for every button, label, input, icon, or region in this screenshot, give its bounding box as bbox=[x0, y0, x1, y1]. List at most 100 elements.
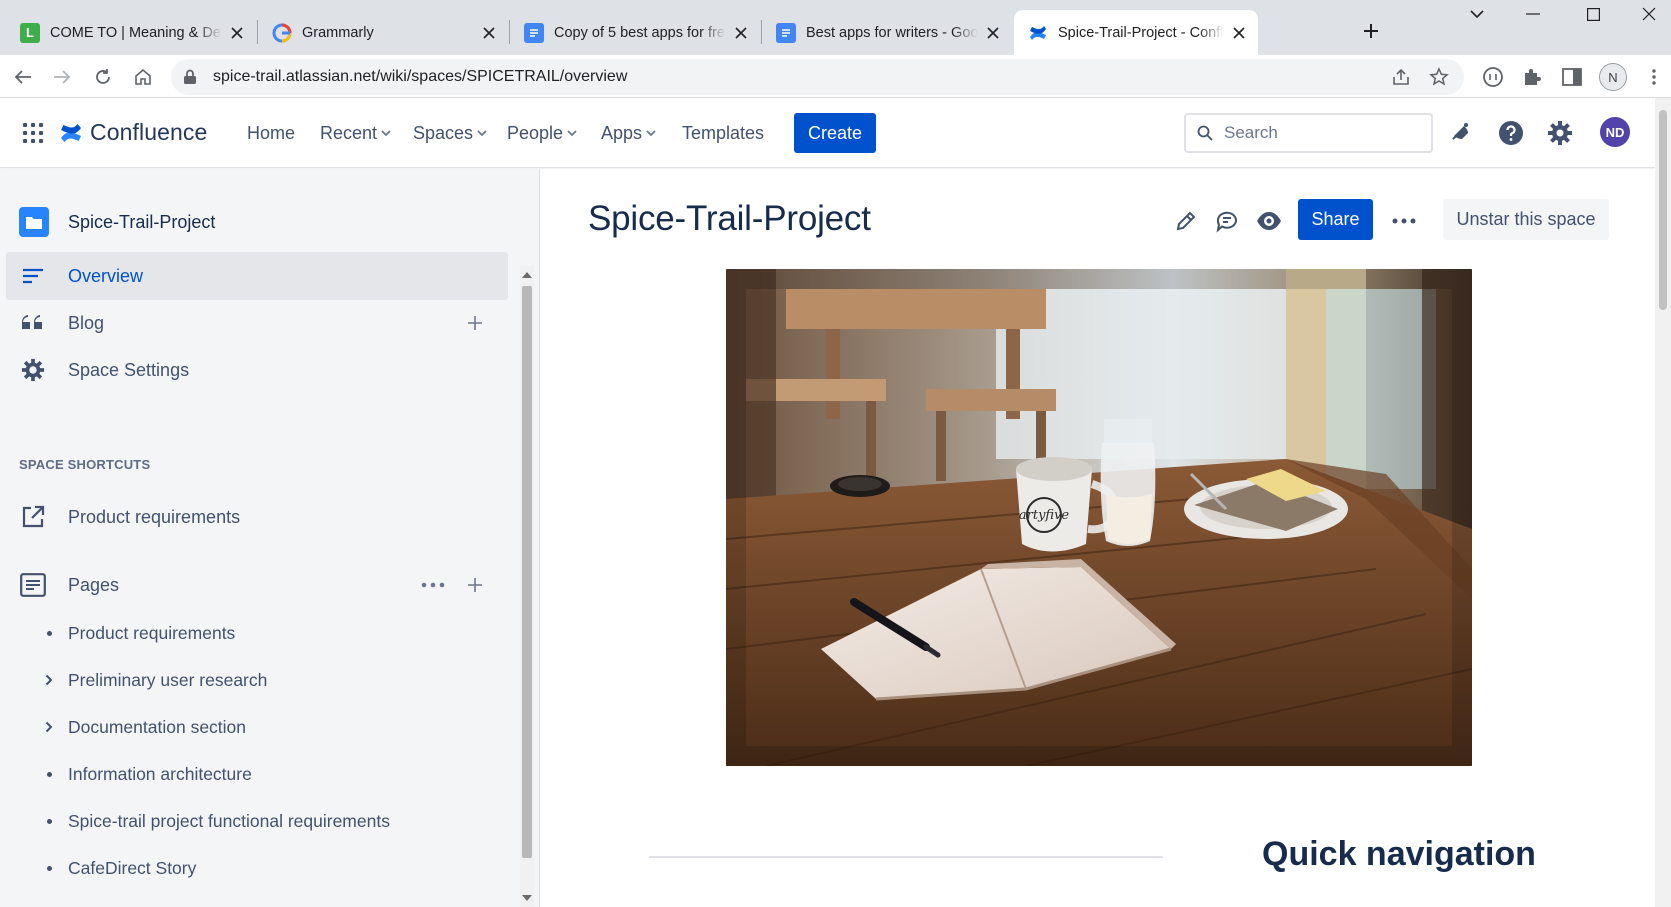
watch-eye-icon[interactable] bbox=[1255, 207, 1283, 235]
space-name: Spice-Trail-Project bbox=[68, 211, 216, 232]
chevron-down-icon bbox=[381, 129, 391, 137]
sidebar-item-label: Space Settings bbox=[68, 359, 190, 380]
share-page-icon[interactable] bbox=[1391, 67, 1411, 87]
confluence-logo-icon bbox=[60, 122, 82, 144]
side-panel-icon[interactable] bbox=[1560, 65, 1584, 89]
bullet-icon bbox=[42, 861, 56, 875]
app-switcher-icon[interactable] bbox=[23, 123, 43, 143]
google-docs-icon bbox=[524, 22, 544, 43]
close-tab-icon[interactable] bbox=[228, 24, 246, 42]
maximize-window-icon[interactable] bbox=[1565, 0, 1621, 28]
url-text[interactable]: spice-trail.atlassian.net/wiki/spaces/SP… bbox=[213, 68, 627, 86]
page-tree-item[interactable]: Information architecture bbox=[6, 751, 508, 797]
help-icon[interactable] bbox=[1496, 118, 1526, 148]
sidebar-item-pages[interactable]: Pages bbox=[6, 561, 508, 609]
page-tree-item[interactable]: Spice-trail project functional requireme… bbox=[6, 798, 508, 844]
quote-icon bbox=[20, 310, 46, 336]
nav-spaces[interactable]: Spaces bbox=[413, 120, 487, 146]
page-title: Spice-Trail-Project bbox=[588, 199, 871, 238]
create-button[interactable]: Create bbox=[794, 113, 876, 153]
page-tree-item[interactable]: CafeDirect Story bbox=[6, 845, 508, 891]
external-link-icon bbox=[20, 504, 46, 530]
notifications-bell-icon[interactable] bbox=[1446, 118, 1476, 148]
sidebar-item-label: Pages bbox=[68, 574, 120, 595]
edit-pencil-icon[interactable] bbox=[1172, 207, 1200, 235]
bullet-icon bbox=[42, 814, 56, 828]
more-actions-icon[interactable] bbox=[1390, 207, 1418, 235]
sidebar-scrollbar[interactable] bbox=[518, 266, 536, 907]
close-tab-icon[interactable] bbox=[732, 24, 750, 42]
chevron-right-icon[interactable] bbox=[42, 673, 56, 687]
nav-apps-label: Apps bbox=[601, 122, 643, 143]
search-input[interactable] bbox=[1224, 122, 1424, 144]
page-tree-item[interactable]: Product requirements bbox=[6, 610, 508, 656]
close-tab-icon[interactable] bbox=[984, 24, 1002, 42]
forward-button[interactable] bbox=[46, 61, 78, 93]
scroll-down-arrow-icon[interactable] bbox=[522, 893, 532, 903]
nav-recent-label: Recent bbox=[320, 122, 378, 143]
confluence-top-nav: Confluence Home Recent Spaces People App… bbox=[0, 98, 1671, 168]
share-button[interactable]: Share bbox=[1298, 199, 1373, 240]
page-tree-item[interactable]: Preliminary user research bbox=[6, 657, 508, 703]
lock-icon[interactable] bbox=[183, 69, 197, 85]
close-window-icon[interactable] bbox=[1621, 0, 1671, 28]
nav-apps[interactable]: Apps bbox=[601, 120, 656, 146]
browser-tab-copy-of-5-best-apps[interactable]: Copy of 5 best apps for free bbox=[510, 10, 760, 55]
comments-icon[interactable] bbox=[1213, 207, 1241, 235]
space-header[interactable]: Spice-Trail-Project bbox=[19, 207, 215, 237]
extension-icon[interactable] bbox=[1481, 65, 1505, 89]
add-blog-plus-icon[interactable] bbox=[465, 313, 485, 333]
extensions-puzzle-icon[interactable] bbox=[1520, 65, 1544, 89]
new-tab-button[interactable] bbox=[1355, 15, 1387, 47]
tab-search-chevron-icon[interactable] bbox=[1449, 0, 1505, 28]
reload-button[interactable] bbox=[87, 61, 119, 93]
page-label: Information architecture bbox=[68, 763, 252, 784]
back-button[interactable] bbox=[7, 61, 39, 93]
close-tab-icon[interactable] bbox=[480, 24, 498, 42]
add-page-plus-icon[interactable] bbox=[465, 575, 485, 595]
sidebar-item-blog[interactable]: Blog bbox=[6, 299, 508, 347]
browser-tab-come-to[interactable]: L COME TO | Meaning & Definition bbox=[6, 10, 256, 55]
unstar-space-button[interactable]: Unstar this space bbox=[1443, 199, 1609, 240]
close-tab-icon[interactable] bbox=[1230, 24, 1248, 42]
google-docs-icon bbox=[776, 22, 796, 43]
nav-home[interactable]: Home bbox=[247, 120, 295, 146]
nav-people[interactable]: People bbox=[507, 120, 577, 146]
pages-icon bbox=[20, 572, 46, 598]
shortcut-product-requirements[interactable]: Product requirements bbox=[6, 493, 508, 541]
more-options-icon[interactable] bbox=[420, 575, 446, 595]
sidebar-item-space-settings[interactable]: Space Settings bbox=[6, 346, 508, 394]
browser-menu-icon[interactable] bbox=[1642, 65, 1666, 89]
browser-tab-title: Spice-Trail-Project - Confluence bbox=[1058, 24, 1224, 41]
quick-navigation-heading: Quick navigation bbox=[1262, 835, 1536, 873]
page-scrollbar-thumb[interactable] bbox=[1659, 110, 1667, 310]
browser-tab-title: COME TO | Meaning & Definition bbox=[50, 24, 222, 41]
minimize-window-icon[interactable] bbox=[1505, 0, 1561, 28]
browser-profile-avatar[interactable]: N bbox=[1599, 63, 1627, 91]
shortcut-label: Product requirements bbox=[68, 506, 241, 527]
sidebar-item-overview[interactable]: Overview bbox=[6, 252, 508, 300]
search-box[interactable] bbox=[1184, 113, 1433, 153]
browser-tab-spice-trail-active[interactable]: Spice-Trail-Project - Confluence bbox=[1014, 10, 1258, 55]
mug-logo-text: artyfive bbox=[1019, 508, 1070, 523]
chevron-right-icon[interactable] bbox=[42, 720, 56, 734]
bullet-icon bbox=[42, 626, 56, 640]
confluence-logo[interactable]: Confluence bbox=[60, 119, 207, 146]
bookmark-star-icon[interactable] bbox=[1429, 67, 1449, 87]
settings-gear-icon[interactable] bbox=[1545, 118, 1575, 148]
browser-tab-best-apps-for-writers[interactable]: Best apps for writers - Google Docs bbox=[762, 10, 1012, 55]
home-button[interactable] bbox=[127, 61, 159, 93]
browser-tab-grammarly[interactable]: Grammarly bbox=[258, 10, 508, 55]
user-avatar[interactable]: ND bbox=[1600, 117, 1630, 147]
page-label: Preliminary user research bbox=[68, 669, 268, 690]
scrollbar-thumb[interactable] bbox=[522, 286, 532, 858]
nav-recent[interactable]: Recent bbox=[320, 120, 391, 146]
nav-templates[interactable]: Templates bbox=[682, 120, 764, 146]
page-scrollbar[interactable] bbox=[1655, 98, 1671, 907]
page-tree-item[interactable]: Documentation section bbox=[6, 704, 508, 750]
sidebar-item-label: Overview bbox=[68, 265, 144, 286]
address-bar[interactable]: spice-trail.atlassian.net/wiki/spaces/SP… bbox=[171, 59, 1464, 95]
nav-people-label: People bbox=[507, 122, 564, 143]
scroll-up-arrow-icon[interactable] bbox=[522, 270, 532, 280]
sidebar-item-label: Blog bbox=[68, 312, 105, 333]
